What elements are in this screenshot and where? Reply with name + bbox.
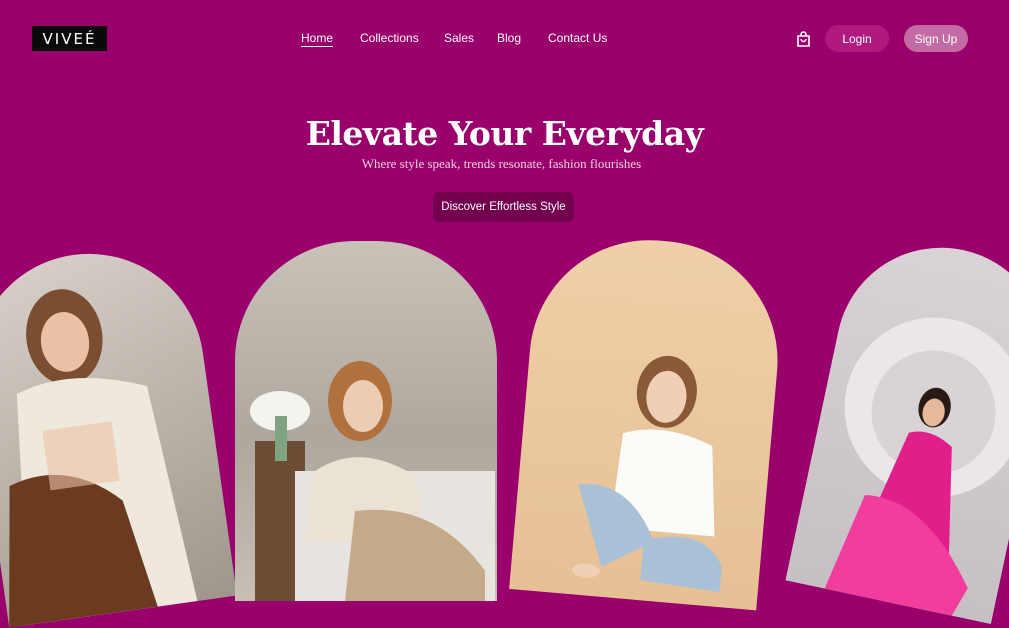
nav-home[interactable]: Home [301,31,333,45]
signup-button[interactable]: Sign Up [904,25,968,52]
discover-style-button-label: Discover Effortless Style [441,201,566,213]
brand-logo-text: VIVEÉ [42,29,97,48]
model-photo-3 [509,230,788,611]
model-photo-4 [785,228,1009,624]
model-photo-2 [235,241,497,601]
discover-style-button[interactable]: Discover Effortless Style [433,192,574,222]
model-photo-1 [0,238,237,628]
signup-button-label: Sign Up [914,31,958,46]
nav-collections[interactable]: Collections [360,31,419,45]
model-illustration-4 [824,317,1009,616]
login-button-label: Login [842,31,872,46]
brand-logo[interactable]: VIVEÉ [32,26,107,51]
login-button[interactable]: Login [825,25,889,52]
hero-subtitle: Where style speak, trends resonate, fash… [361,156,642,171]
model-illustration-1 [9,289,198,628]
nav-blog[interactable]: Blog [497,31,521,45]
hero-title: Elevate Your Everyday [305,114,704,153]
nav-contact-us[interactable]: Contact Us [548,31,607,45]
nav-sales[interactable]: Sales [444,31,474,45]
model-illustration-2 [250,361,495,601]
shopping-bag-icon[interactable] [796,31,811,47]
model-illustration-3 [572,355,722,593]
